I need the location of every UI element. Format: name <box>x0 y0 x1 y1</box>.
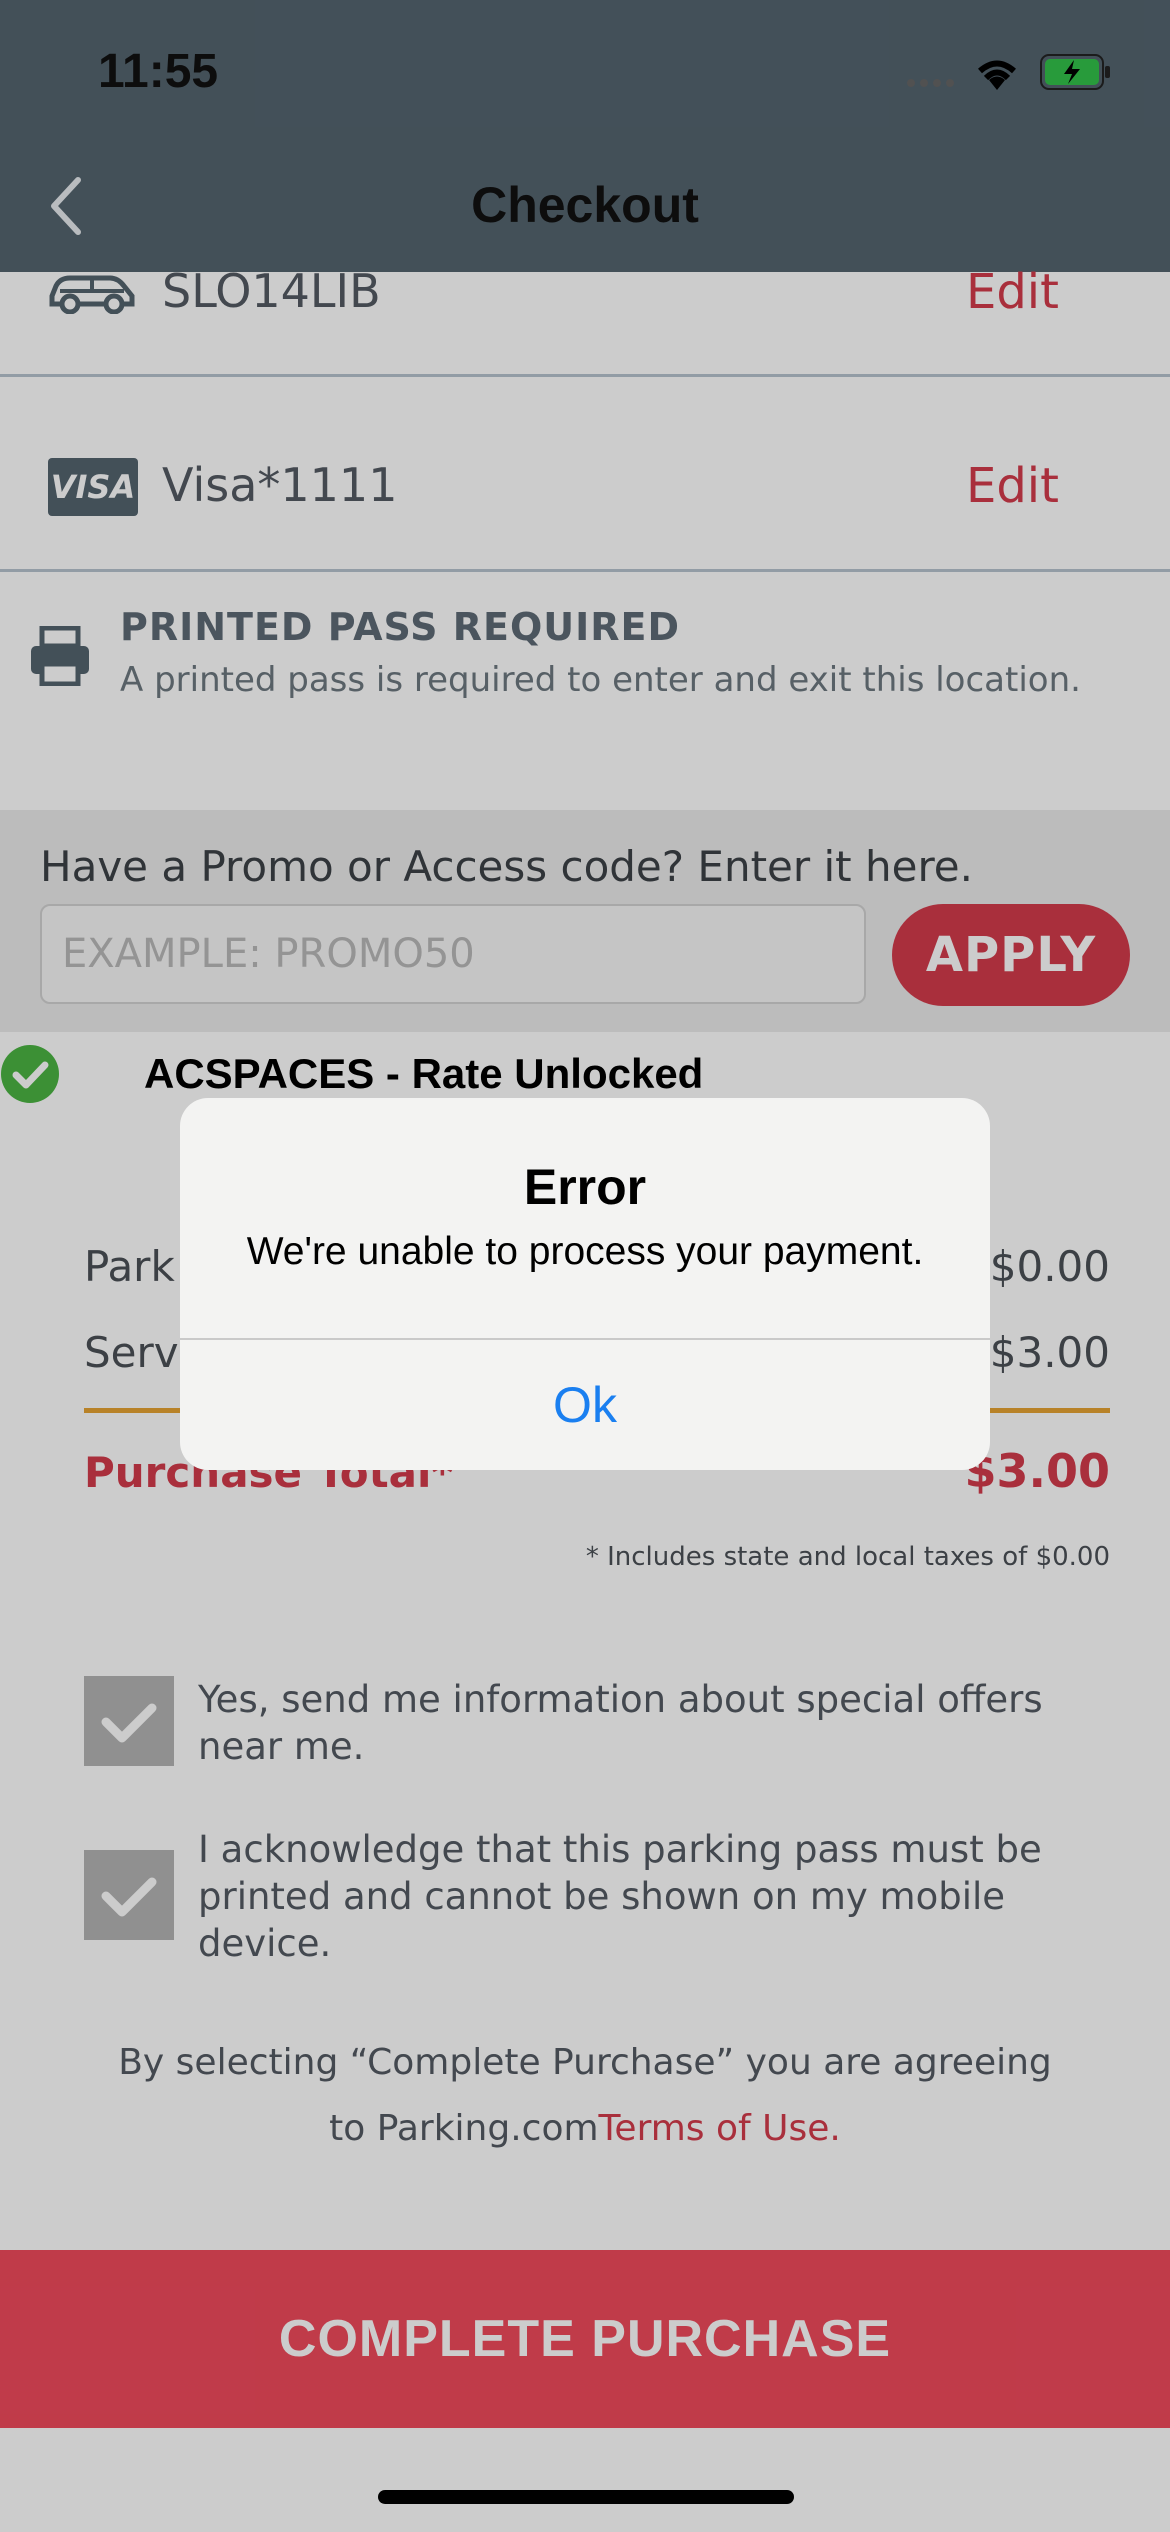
alert-message: We're unable to process your payment. <box>246 1230 924 1273</box>
error-alert: Error We're unable to process your payme… <box>180 1098 990 1470</box>
home-indicator <box>378 2490 794 2504</box>
ok-button[interactable]: Ok <box>180 1340 990 1470</box>
alert-title: Error <box>523 1159 647 1215</box>
